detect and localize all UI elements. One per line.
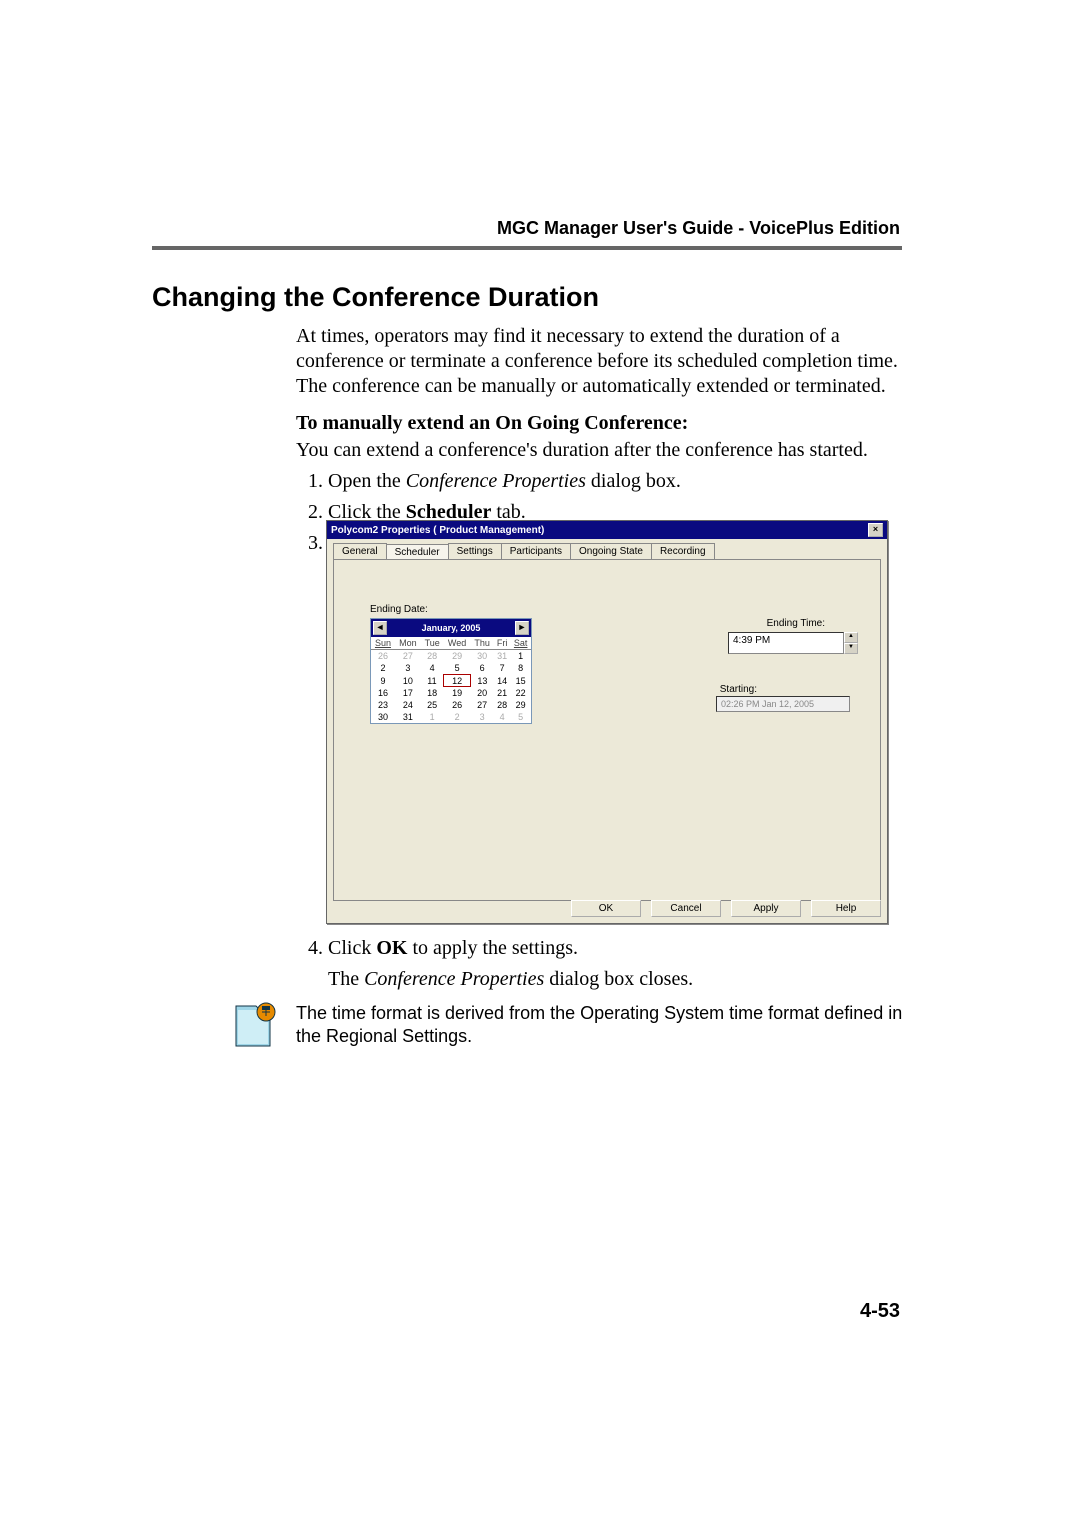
calendar-day[interactable]: 3	[471, 711, 494, 723]
calendar-dow: Thu	[471, 637, 494, 650]
calendar-dow: Fri	[494, 637, 511, 650]
calendar-day[interactable]: 22	[510, 687, 531, 700]
calendar-day[interactable]: 20	[471, 687, 494, 700]
ending-time-label: Ending Time:	[767, 618, 825, 629]
calendar-day[interactable]: 27	[395, 650, 421, 663]
calendar-day[interactable]: 19	[444, 687, 471, 700]
date-picker[interactable]: ◄ January, 2005 ► SunMonTueWedThuFriSat …	[370, 618, 532, 724]
prev-month-button[interactable]: ◄	[373, 621, 387, 635]
calendar-day[interactable]: 31	[494, 650, 511, 663]
calendar-day[interactable]: 31	[395, 711, 421, 723]
calendar-day[interactable]: 28	[494, 699, 511, 711]
calendar-day[interactable]: 23	[371, 699, 395, 711]
calendar-day[interactable]: 2	[371, 662, 395, 675]
step-4-result: The Conference Properties dialog box clo…	[328, 967, 902, 992]
tab-general[interactable]: General	[333, 543, 387, 559]
dialog-title-text: Polycom2 Properties ( Product Management…	[331, 525, 544, 536]
calendar-day[interactable]: 3	[395, 662, 421, 675]
ending-date-label: Ending Date:	[370, 604, 428, 615]
calendar-day[interactable]: 4	[494, 711, 511, 723]
calendar-day[interactable]: 14	[494, 675, 511, 687]
calendar-day[interactable]: 10	[395, 675, 421, 687]
calendar-dow: Sun	[371, 637, 395, 650]
ok-button[interactable]: OK	[571, 900, 641, 917]
header-divider	[152, 246, 902, 250]
calendar-day[interactable]: 4	[421, 662, 444, 675]
calendar-day[interactable]: 30	[371, 711, 395, 723]
calendar-day[interactable]: 5	[444, 662, 471, 675]
calendar-day[interactable]: 1	[421, 711, 444, 723]
help-button[interactable]: Help	[811, 900, 881, 917]
calendar-day[interactable]: 9	[371, 675, 395, 687]
calendar-day[interactable]: 28	[421, 650, 444, 663]
calendar-day[interactable]: 29	[444, 650, 471, 663]
note-text: The time format is derived from the Oper…	[296, 1002, 904, 1047]
calendar-day[interactable]: 1	[510, 650, 531, 663]
calendar-day[interactable]: 26	[371, 650, 395, 663]
calendar-day[interactable]: 8	[510, 662, 531, 675]
section-title: Changing the Conference Duration	[152, 282, 599, 313]
procedure-heading: To manually extend an On Going Conferenc…	[296, 411, 902, 436]
calendar-dow: Tue	[421, 637, 444, 650]
tab-ongoing-state[interactable]: Ongoing State	[570, 543, 652, 559]
starting-readonly: 02:26 PM Jan 12, 2005	[716, 696, 850, 712]
calendar-day[interactable]: 26	[444, 699, 471, 711]
calendar-day[interactable]: 15	[510, 675, 531, 687]
calendar-dow: Sat	[510, 637, 531, 650]
calendar-day[interactable]: 13	[471, 675, 494, 687]
calendar-day[interactable]: 17	[395, 687, 421, 700]
time-spin-down[interactable]: ▼	[844, 643, 858, 654]
calendar-day[interactable]: 6	[471, 662, 494, 675]
step-4: Click OK to apply the settings.	[328, 936, 902, 961]
next-month-button[interactable]: ►	[515, 621, 529, 635]
calendar-day[interactable]: 30	[471, 650, 494, 663]
calendar-day[interactable]: 27	[471, 699, 494, 711]
calendar-day[interactable]: 24	[395, 699, 421, 711]
intro-paragraph: At times, operators may find it necessar…	[296, 324, 902, 399]
scheduler-tab-panel: Ending Date: ◄ January, 2005 ► SunMonTue…	[333, 559, 881, 901]
time-spin-up[interactable]: ▲	[844, 632, 858, 643]
calendar-day[interactable]: 18	[421, 687, 444, 700]
calendar-day[interactable]: 12	[444, 675, 471, 687]
tabstrip: GeneralSchedulerSettingsParticipantsOngo…	[327, 539, 887, 559]
apply-button[interactable]: Apply	[731, 900, 801, 917]
procedure-intro: You can extend a conference's duration a…	[296, 438, 902, 463]
calendar-day[interactable]: 21	[494, 687, 511, 700]
tab-recording[interactable]: Recording	[651, 543, 715, 559]
step-1: Open the Conference Properties dialog bo…	[328, 469, 902, 494]
properties-dialog: Polycom2 Properties ( Product Management…	[326, 520, 888, 924]
cancel-button[interactable]: Cancel	[651, 900, 721, 917]
tab-scheduler[interactable]: Scheduler	[386, 544, 449, 560]
calendar-grid[interactable]: SunMonTueWedThuFriSat 262728293031123456…	[371, 637, 531, 723]
note-icon	[232, 1002, 280, 1050]
calendar-dow: Mon	[395, 637, 421, 650]
page-number: 4-53	[860, 1300, 900, 1323]
doc-header-title: MGC Manager User's Guide - VoicePlus Edi…	[497, 218, 900, 239]
calendar-day[interactable]: 29	[510, 699, 531, 711]
dialog-titlebar: Polycom2 Properties ( Product Management…	[327, 521, 887, 539]
calendar-dow: Wed	[444, 637, 471, 650]
calendar-day[interactable]: 11	[421, 675, 444, 687]
calendar-day[interactable]: 7	[494, 662, 511, 675]
calendar-day[interactable]: 25	[421, 699, 444, 711]
close-icon[interactable]: ×	[868, 523, 883, 537]
calendar-day[interactable]: 5	[510, 711, 531, 723]
tab-participants[interactable]: Participants	[501, 543, 571, 559]
month-label: January, 2005	[422, 623, 481, 633]
ending-time-input[interactable]: 4:39 PM	[728, 632, 844, 654]
tab-settings[interactable]: Settings	[448, 543, 502, 559]
calendar-day[interactable]: 2	[444, 711, 471, 723]
calendar-day[interactable]: 16	[371, 687, 395, 700]
starting-label: Starting:	[720, 684, 757, 695]
